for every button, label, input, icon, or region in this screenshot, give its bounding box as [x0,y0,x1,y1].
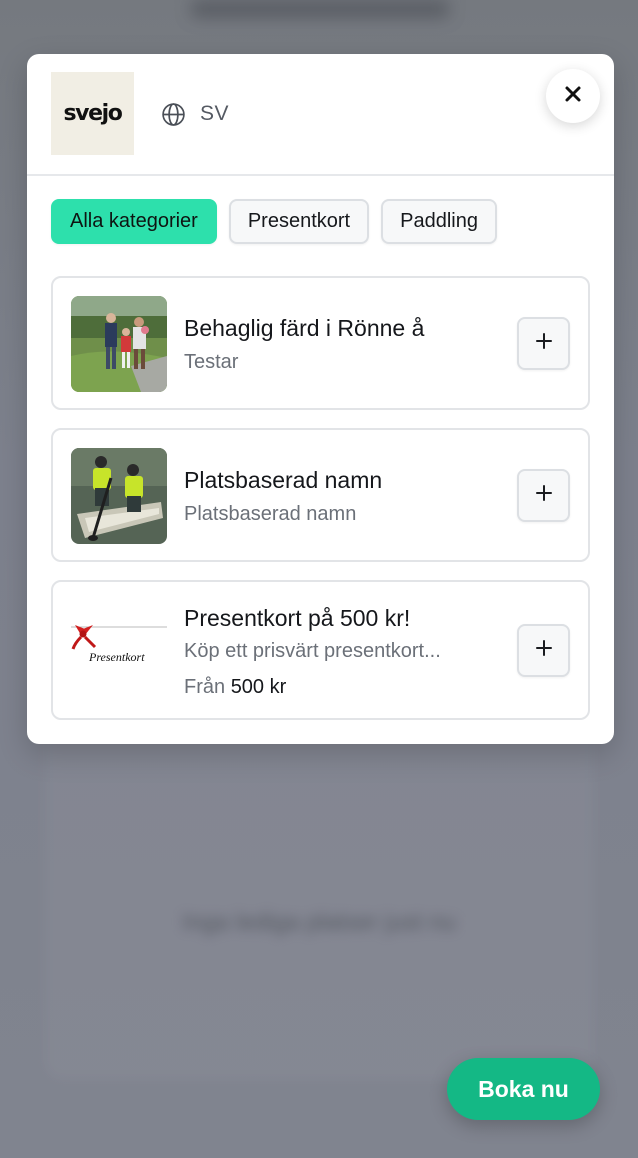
category-filter: Alla kategorier Presentkort Paddling [51,199,497,244]
category-chip-paddling[interactable]: Paddling [381,199,497,244]
svg-text:Presentkort: Presentkort [88,650,145,664]
product-modal: svejo SV Alla kategorier Presentkort Pad… [27,54,614,744]
plus-icon [535,332,553,355]
product-subtitle: Platsbaserad namn [184,503,357,525]
product-subtitle: Testar [184,351,239,373]
product-thumbnail-family [71,296,167,392]
globe-icon [161,102,186,127]
price-amount: 500 kr [230,676,287,698]
book-now-button[interactable]: Boka nu [447,1058,600,1120]
add-to-cart-button[interactable] [517,469,570,522]
product-card[interactable]: Platsbaserad namn Platsbaserad namn [51,428,590,562]
add-to-cart-button[interactable] [517,624,570,677]
product-thumbnail-canoe [71,448,167,544]
product-subtitle: Köp ett prisvärt presentkort... [184,640,441,662]
category-chip-presentkort[interactable]: Presentkort [228,199,370,244]
language-selector[interactable]: SV [161,101,229,127]
product-title: Presentkort på 500 kr! [184,605,411,631]
price-prefix: Från [184,676,226,698]
brand-logo: svejo [51,72,134,155]
add-to-cart-button[interactable] [517,317,570,370]
category-chip-all[interactable]: Alla kategorier [51,199,217,244]
blurred-topbar [190,0,450,18]
logo-text: svejo [63,101,122,126]
product-title: Behaglig färd i Rönne å [184,315,425,341]
product-card[interactable]: Behaglig färd i Rönne å Testar [51,276,590,410]
product-card[interactable]: Presentkort Presentkort på 500 kr! Köp e… [51,580,590,720]
close-icon [564,85,582,108]
plus-icon [535,639,553,662]
blurred-message: Inga lediga platser just nu [182,909,456,936]
language-label: SV [200,102,230,125]
plus-icon [535,484,553,507]
product-title: Platsbaserad namn [184,467,383,493]
modal-header: svejo SV [27,54,614,176]
product-thumbnail-giftcard: Presentkort [71,603,167,699]
product-price: Från 500 kr [184,676,286,699]
close-button[interactable] [546,69,600,123]
